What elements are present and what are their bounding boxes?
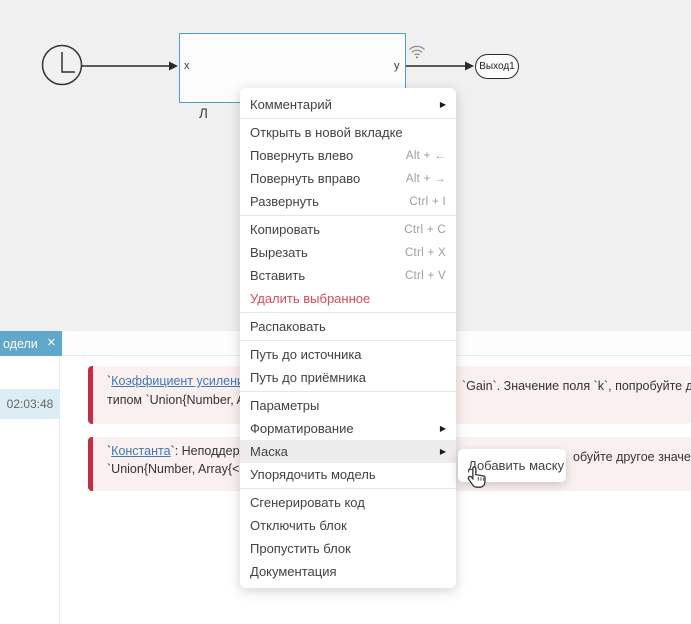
error-block-link[interactable]: Константа bbox=[111, 444, 170, 458]
menu-item[interactable]: Маска ▶ bbox=[240, 440, 456, 463]
menu-item[interactable]: Удалить выбранное bbox=[240, 287, 456, 310]
menu-item[interactable]: Документация bbox=[240, 560, 456, 583]
menu-item[interactable]: Распаковать bbox=[240, 315, 456, 338]
menu-item[interactable]: Комментарий ▶ bbox=[240, 93, 456, 116]
menu-item-label: Параметры bbox=[250, 398, 446, 413]
tab-model-errors[interactable]: одели ✕ bbox=[0, 331, 62, 356]
menu-item[interactable]: Путь до приёмника bbox=[240, 366, 456, 389]
menu-item-label: Повернуть вправо bbox=[250, 171, 406, 186]
menu-item[interactable]: Повернуть вправо Alt + → bbox=[240, 167, 456, 190]
menu-item-label: Открыть в новой вкладке bbox=[250, 125, 446, 140]
submenu-arrow-icon: ▶ bbox=[440, 447, 446, 456]
menu-item-label: Путь до источника bbox=[250, 347, 446, 362]
menu-item-shortcut: Ctrl + V bbox=[405, 270, 446, 282]
menu-separator bbox=[240, 215, 456, 216]
timestamp-cell[interactable]: 02:03:48 bbox=[0, 389, 60, 419]
timestamp: 02:03:48 bbox=[7, 397, 54, 411]
menu-item-label: Форматирование bbox=[250, 421, 432, 436]
menu-separator bbox=[240, 118, 456, 119]
menu-item[interactable]: Отключить блок bbox=[240, 514, 456, 537]
error-text: `Константа`: Неподдержи bbox=[107, 444, 255, 458]
menu-item-shortcut: Alt + → bbox=[406, 173, 446, 185]
app-window: x y Л Выход1 одели ✕ 02:03:48 `Коэффицие… bbox=[0, 0, 691, 624]
menu-item-label: Упорядочить модель bbox=[250, 467, 446, 482]
error-text-line2: типом `Union{Number, Arra bbox=[107, 393, 260, 407]
menu-separator bbox=[240, 488, 456, 489]
menu-item[interactable]: Вырезать Ctrl + X bbox=[240, 241, 456, 264]
menu-item-shortcut: Ctrl + I bbox=[409, 196, 446, 208]
menu-item[interactable]: Пропустить блок bbox=[240, 537, 456, 560]
error-text: `Коэффициент усиления`: bbox=[107, 374, 258, 388]
submenu-arrow-icon: ▶ bbox=[440, 100, 446, 109]
menu-separator bbox=[240, 391, 456, 392]
wifi-icon bbox=[408, 42, 426, 60]
menu-item-shortcut: Alt + ← bbox=[406, 150, 446, 162]
menu-item-label: Документация bbox=[250, 564, 446, 579]
menu-item-label: Удалить выбранное bbox=[250, 291, 446, 306]
menu-item[interactable]: Сгенерировать код bbox=[240, 491, 456, 514]
menu-item-label: Распаковать bbox=[250, 319, 446, 334]
submenu-arrow-icon: ▶ bbox=[440, 424, 446, 433]
menu-item-label: Комментарий bbox=[250, 97, 432, 112]
context-menu: Комментарий ▶ Открыть в новой вкладке По… bbox=[240, 88, 456, 588]
output-port-label: Выход1 bbox=[479, 61, 514, 72]
error-block-link[interactable]: Коэффициент усиления bbox=[111, 374, 251, 388]
menu-item-label: Маска bbox=[250, 444, 432, 459]
clock-icon[interactable] bbox=[43, 46, 82, 85]
menu-item[interactable]: Развернуть Ctrl + I bbox=[240, 190, 456, 213]
menu-item-shortcut: Ctrl + X bbox=[405, 247, 446, 259]
menu-item-label: Вырезать bbox=[250, 245, 405, 260]
menu-item[interactable]: Форматирование ▶ bbox=[240, 417, 456, 440]
tab-label: одели bbox=[3, 337, 38, 351]
menu-item[interactable]: Копировать Ctrl + C bbox=[240, 218, 456, 241]
menu-item[interactable]: Вставить Ctrl + V bbox=[240, 264, 456, 287]
wire-output bbox=[406, 62, 474, 71]
menu-item[interactable]: Упорядочить модель bbox=[240, 463, 456, 486]
block-port-in-label: x bbox=[184, 61, 190, 72]
menu-item-label: Вставить bbox=[250, 268, 405, 283]
menu-item-label: Копировать bbox=[250, 222, 404, 237]
menu-item[interactable]: Путь до источника bbox=[240, 343, 456, 366]
menu-item-label: Повернуть влево bbox=[250, 148, 406, 163]
error-text-right: `Gain`. Значение поля `k`, попробуйте др… bbox=[462, 379, 691, 393]
block-name-label: Л bbox=[199, 106, 208, 121]
menu-item-shortcut: Ctrl + C bbox=[404, 224, 446, 236]
close-icon[interactable]: ✕ bbox=[47, 338, 56, 349]
menu-item-label: Путь до приёмника bbox=[250, 370, 446, 385]
menu-item-label: Развернуть bbox=[250, 194, 409, 209]
wire-input bbox=[82, 62, 178, 71]
hand-cursor-icon bbox=[464, 465, 490, 493]
menu-item[interactable]: Открыть в новой вкладке bbox=[240, 121, 456, 144]
output-port-block[interactable]: Выход1 bbox=[475, 54, 519, 79]
menu-item[interactable]: Параметры bbox=[240, 394, 456, 417]
menu-item[interactable]: Повернуть влево Alt + ← bbox=[240, 144, 456, 167]
block-port-out-label: y bbox=[394, 61, 400, 72]
error-text-line2: `Union{Number, Array{<:Nu bbox=[107, 462, 259, 476]
menu-separator bbox=[240, 340, 456, 341]
menu-item-label: Сгенерировать код bbox=[250, 495, 446, 510]
menu-item-label: Отключить блок bbox=[250, 518, 446, 533]
menu-separator bbox=[240, 312, 456, 313]
menu-item-label: Пропустить блок bbox=[250, 541, 446, 556]
error-text-right: обуйте другое значени bbox=[573, 450, 691, 464]
